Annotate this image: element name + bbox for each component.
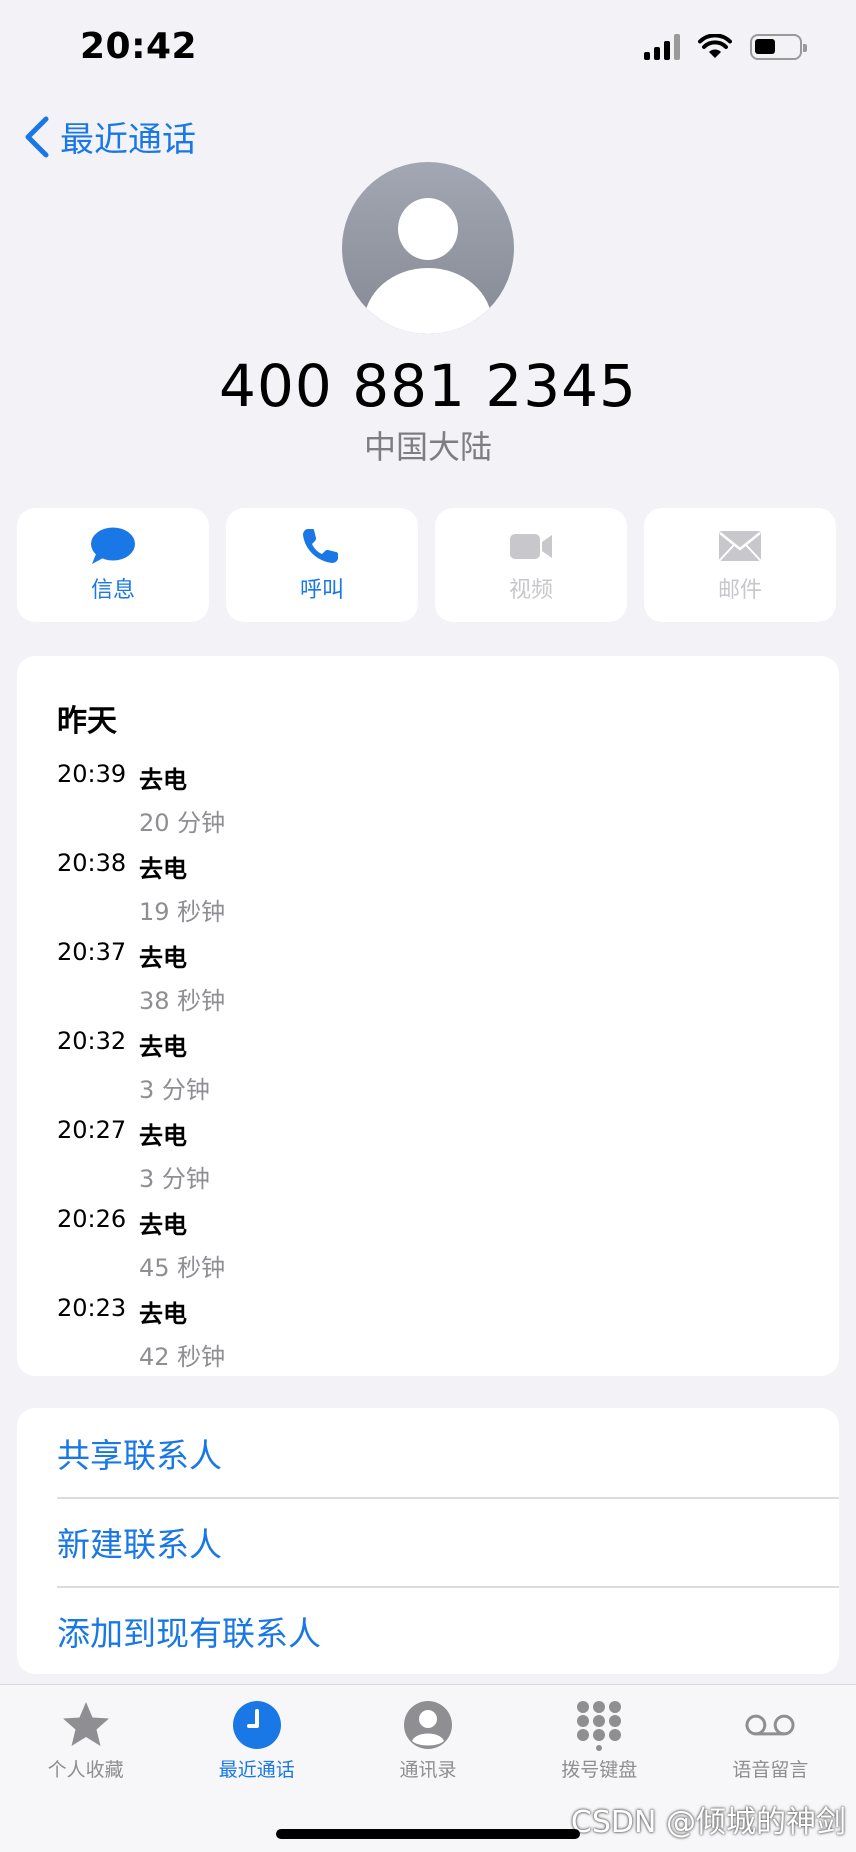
tab-keypad[interactable]: 拨号键盘 — [514, 1685, 685, 1805]
status-bar: 20:42 — [0, 0, 856, 100]
home-indicator[interactable] — [276, 1829, 580, 1839]
call-time: 20:32 — [57, 1027, 127, 1055]
back-button[interactable]: 最近通话 — [22, 112, 196, 161]
contact-options-card: 共享联系人 新建联系人 添加到现有联系人 — [17, 1408, 839, 1674]
cellular-signal-icon — [644, 34, 680, 60]
history-date-heading: 昨天 — [57, 704, 117, 739]
video-button[interactable]: 视频 — [435, 508, 627, 622]
call-history-card: 昨天 20:39 去电 20 分钟 20:38 去电 19 秒钟 20:37 去… — [17, 656, 839, 1376]
message-label: 信息 — [90, 578, 135, 603]
mail-icon — [719, 531, 761, 561]
call-duration: 3 分钟 — [139, 1165, 210, 1193]
watermark: CSDN @倾城的神剑 — [570, 1805, 846, 1840]
status-time: 20:42 — [80, 26, 198, 67]
clock-icon — [232, 1701, 281, 1749]
call-type: 去电 — [139, 855, 187, 883]
tab-label: 最近通话 — [218, 1759, 295, 1781]
call-time: 20:27 — [57, 1116, 127, 1144]
call-duration: 38 秒钟 — [139, 987, 226, 1015]
tab-label: 个人收藏 — [47, 1759, 124, 1781]
call-duration: 42 秒钟 — [139, 1343, 226, 1371]
call-type: 去电 — [139, 1033, 187, 1061]
wifi-icon — [698, 34, 732, 58]
mail-label: 邮件 — [717, 578, 762, 603]
tab-favorites[interactable]: 个人收藏 — [0, 1685, 171, 1805]
voicemail-icon — [745, 1714, 795, 1736]
add-to-existing-contact-button[interactable]: 添加到现有联系人 — [17, 1586, 839, 1674]
call-time: 20:38 — [57, 849, 127, 877]
call-history-row: 20:23 去电 42 秒钟 — [57, 1288, 839, 1377]
tab-recents[interactable]: 最近通话 — [171, 1685, 342, 1805]
call-time: 20:23 — [57, 1294, 127, 1322]
share-contact-button[interactable]: 共享联系人 — [17, 1408, 839, 1497]
call-history-row: 20:38 去电 19 秒钟 — [57, 843, 839, 932]
phone-number: 400 881 2345 — [219, 352, 637, 420]
tab-label: 通讯录 — [399, 1759, 457, 1781]
call-time: 20:39 — [57, 760, 127, 788]
call-time: 20:37 — [57, 938, 127, 966]
call-history-row: 20:37 去电 38 秒钟 — [57, 932, 839, 1021]
call-type: 去电 — [139, 1211, 187, 1239]
message-button[interactable]: 信息 — [17, 508, 209, 622]
action-buttons: 信息 呼叫 视频 邮件 — [17, 508, 836, 622]
call-button[interactable]: 呼叫 — [226, 508, 418, 622]
video-label: 视频 — [508, 578, 553, 603]
back-label: 最近通话 — [60, 120, 196, 160]
call-history-row: 20:39 去电 20 分钟 — [57, 754, 839, 843]
call-duration: 19 秒钟 — [139, 898, 226, 926]
tab-label: 拨号键盘 — [561, 1759, 638, 1781]
contact-detail-screen: 20:42 最近通话 400 881 2345 中国大陆 信息 呼叫 视频 邮件… — [0, 0, 856, 1852]
message-icon — [91, 527, 135, 564]
call-duration: 20 分钟 — [139, 809, 226, 837]
chevron-left-icon — [25, 116, 49, 157]
status-icons — [644, 34, 807, 60]
call-duration: 3 分钟 — [139, 1076, 210, 1104]
call-history-row: 20:27 去电 3 分钟 — [57, 1110, 839, 1199]
call-time: 20:26 — [57, 1205, 127, 1233]
mail-button[interactable]: 邮件 — [644, 508, 836, 622]
avatar — [342, 162, 514, 334]
battery-icon — [750, 34, 807, 60]
call-label: 呼叫 — [299, 578, 344, 603]
tab-contacts[interactable]: 通讯录 — [342, 1685, 513, 1805]
call-type: 去电 — [139, 766, 187, 794]
call-duration: 45 秒钟 — [139, 1254, 226, 1282]
new-contact-button[interactable]: 新建联系人 — [17, 1497, 839, 1586]
call-history-row: 20:32 去电 3 分钟 — [57, 1021, 839, 1110]
star-icon — [62, 1702, 109, 1746]
call-type: 去电 — [139, 1122, 187, 1150]
phone-region: 中国大陆 — [363, 428, 492, 466]
contacts-icon — [404, 1701, 452, 1749]
video-icon — [510, 534, 552, 559]
call-type: 去电 — [139, 1300, 187, 1328]
tab-voicemail[interactable]: 语音留言 — [685, 1685, 856, 1805]
phone-icon — [303, 529, 338, 563]
tab-bar: 个人收藏 最近通话 通讯录 拨号键盘 语音留言 CSDN @倾城的神剑 — [0, 1684, 856, 1852]
tab-label: 语音留言 — [732, 1759, 809, 1781]
keypad-icon — [577, 1701, 622, 1751]
call-history-row: 20:26 去电 45 秒钟 — [57, 1199, 839, 1288]
call-type: 去电 — [139, 944, 187, 972]
